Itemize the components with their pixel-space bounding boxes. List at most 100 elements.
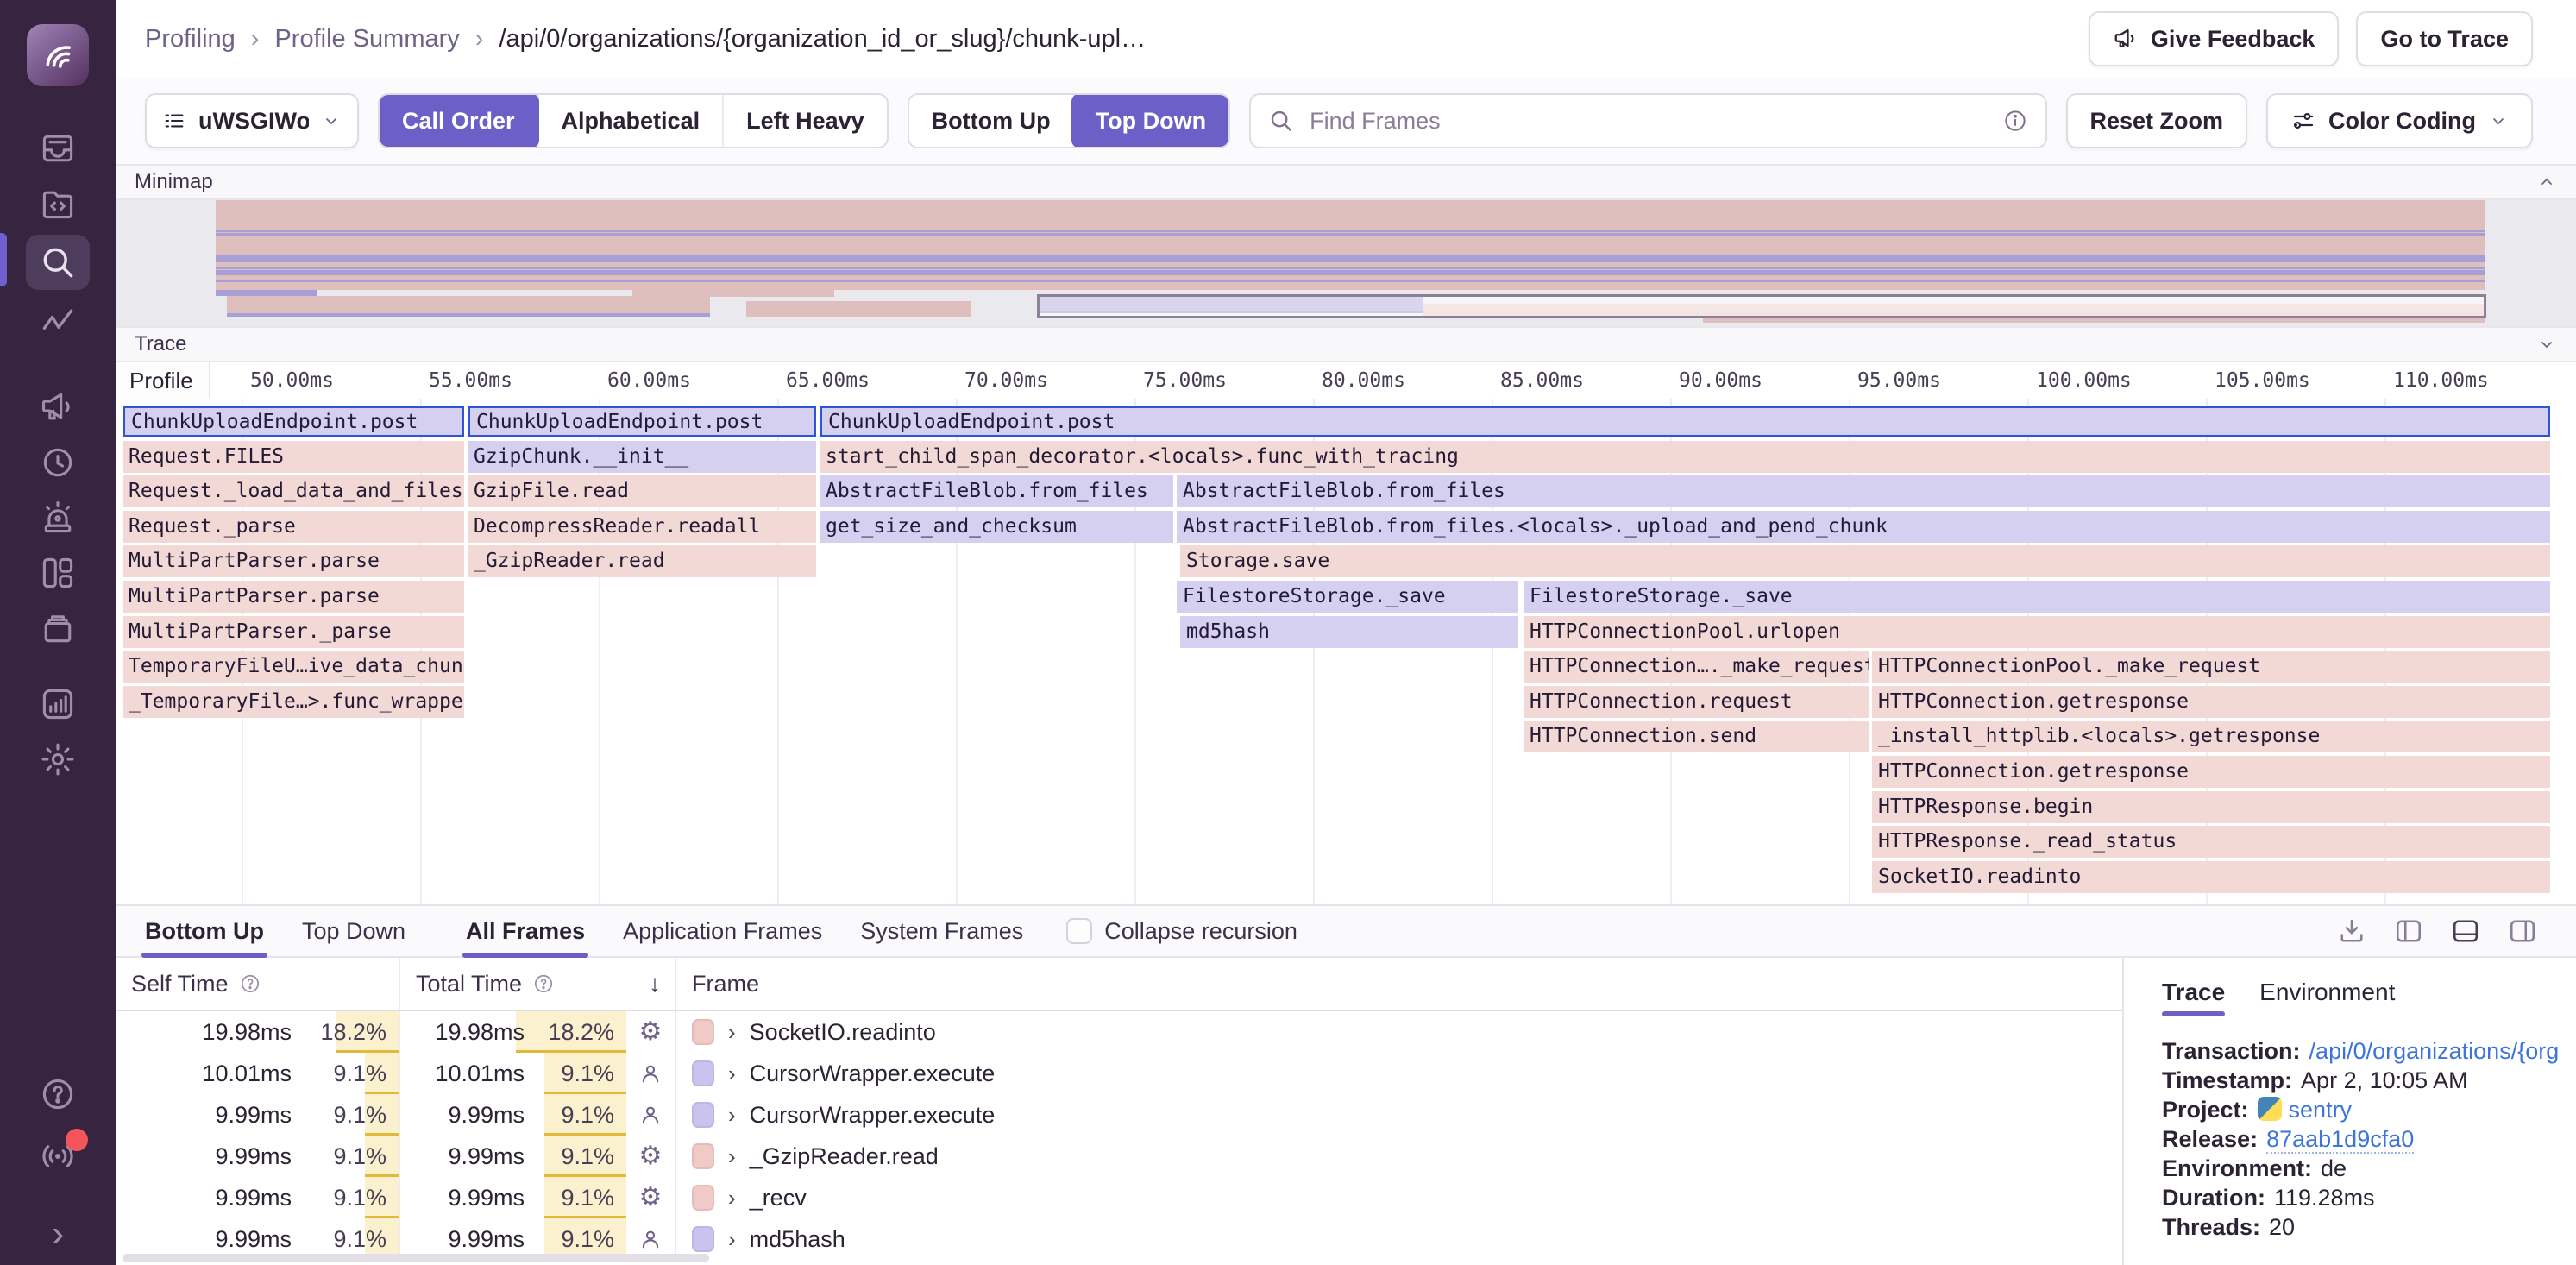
download-icon[interactable] <box>2336 916 2367 947</box>
frame-cell[interactable]: ›SocketIO.readinto <box>676 1011 2122 1053</box>
flame-frame[interactable]: HTTPResponse._read_status <box>1872 826 2550 858</box>
frame-column-header[interactable]: Frame <box>676 958 2122 1010</box>
flame-frame[interactable]: HTTPConnection.send <box>1524 721 1869 752</box>
flame-frame[interactable]: get_size_and_checksum <box>820 511 1173 543</box>
flame-frame[interactable]: ChunkUploadEndpoint.post <box>123 406 464 437</box>
frame-cell[interactable]: ›CursorWrapper.execute <box>676 1053 2122 1094</box>
sidebar-item-metrics[interactable] <box>29 297 86 345</box>
minimap-canvas[interactable] <box>116 200 2576 326</box>
flame-frame[interactable]: HTTPConnection.request <box>1524 686 1869 718</box>
expand-chevron-icon[interactable]: › <box>728 1019 736 1046</box>
flame-frame[interactable]: start_child_span_decorator.<locals>.func… <box>820 441 2550 473</box>
flame-frame[interactable]: HTTPConnection…._make_request <box>1524 651 1869 683</box>
details-field-value[interactable]: sentry <box>2289 1097 2353 1123</box>
flame-frame[interactable]: HTTPConnection.getresponse <box>1872 756 2550 788</box>
collapse-recursion-checkbox[interactable] <box>1066 918 1092 944</box>
expand-chevron-icon[interactable]: › <box>728 1102 736 1129</box>
breadcrumb-item-profile-summary[interactable]: Profile Summary <box>274 25 459 53</box>
flame-frame[interactable]: Request.FILES <box>123 441 464 473</box>
frame-cell[interactable]: ›CursorWrapper.execute <box>676 1094 2122 1136</box>
flame-frame[interactable]: GzipFile.read <box>468 475 816 507</box>
sort-desc-icon[interactable]: ↓ <box>649 970 661 998</box>
collapse-recursion-toggle[interactable]: Collapse recursion <box>1066 918 1297 945</box>
sort-option-call-order[interactable]: Call Order <box>378 93 539 148</box>
flame-frame[interactable]: HTTPConnection.getresponse <box>1872 686 2550 718</box>
collapse-minimap-icon[interactable] <box>2536 172 2557 192</box>
sidebar-item-issues[interactable] <box>29 124 86 173</box>
flame-frame[interactable]: SocketIO.readinto <box>1872 861 2550 893</box>
sentry-logo[interactable] <box>27 24 89 86</box>
tab-system-frames[interactable]: System Frames <box>860 906 1023 956</box>
horizontal-scrollbar[interactable] <box>123 1254 709 1262</box>
tab-all-frames[interactable]: All Frames <box>466 906 585 956</box>
layout-left-panel-icon[interactable] <box>2393 916 2424 947</box>
flame-frame[interactable]: Request._parse <box>123 511 464 543</box>
info-icon[interactable] <box>2002 108 2028 134</box>
flame-frame[interactable]: Request._load_data_and_files <box>123 475 464 507</box>
sidebar-item-feedback[interactable] <box>29 383 86 431</box>
sidebar-item-whats-new[interactable] <box>29 1132 86 1180</box>
tab-application-frames[interactable]: Application Frames <box>623 906 822 956</box>
flame-frame[interactable]: MultiPartParser._parse <box>123 616 464 648</box>
sidebar-item-explore[interactable] <box>26 235 90 290</box>
flame-frame[interactable]: HTTPConnectionPool.urlopen <box>1524 616 2550 648</box>
thread-selector-dropdown[interactable]: uWSGIWor… <box>145 93 359 148</box>
flame-frame[interactable]: AbstractFileBlob.from_files.<locals>._up… <box>1177 511 2550 543</box>
flame-frame[interactable]: FilestoreStorage._save <box>1524 581 2550 613</box>
flame-frame[interactable]: _GzipReader.read <box>468 545 816 577</box>
details-field-value[interactable]: 87aab1d9cfa0 <box>2266 1126 2414 1154</box>
find-frames-input[interactable] <box>1308 107 1988 135</box>
go-to-trace-button[interactable]: Go to Trace <box>2356 11 2533 66</box>
layout-bottom-panel-icon[interactable] <box>2450 916 2481 947</box>
view-option-top-down[interactable]: Top Down <box>1071 93 1230 148</box>
details-tab-trace[interactable]: Trace <box>2162 979 2225 1016</box>
table-row[interactable]: 9.99ms9.1%9.99ms9.1%›CursorWrapper.execu… <box>116 1094 2122 1136</box>
flame-frame[interactable]: MultiPartParser.parse <box>123 581 464 613</box>
flame-frame[interactable]: md5hash <box>1180 616 1518 648</box>
frame-cell[interactable]: ›_GzipReader.read <box>676 1136 2122 1177</box>
sidebar-item-settings[interactable] <box>29 735 86 784</box>
frame-cell[interactable]: ›_recv <box>676 1177 2122 1218</box>
flame-frame[interactable]: MultiPartParser.parse <box>123 545 464 577</box>
flame-frame[interactable]: DecompressReader.readall <box>468 511 816 543</box>
minimap-selection[interactable] <box>1037 294 2486 318</box>
table-row[interactable]: 9.99ms9.1%9.99ms9.1%⚙›_recv <box>116 1177 2122 1218</box>
view-option-bottom-up[interactable]: Bottom Up <box>909 95 1073 147</box>
color-coding-button[interactable]: Color Coding <box>2266 93 2533 148</box>
frame-cell[interactable]: ›md5hash <box>676 1218 2122 1260</box>
give-feedback-button[interactable]: Give Feedback <box>2089 11 2340 66</box>
flame-frame[interactable]: FilestoreStorage._save <box>1177 581 1518 613</box>
flame-frame[interactable]: HTTPResponse.begin <box>1872 791 2550 823</box>
sidebar-item-replays[interactable] <box>29 438 86 487</box>
expand-chevron-icon[interactable]: › <box>728 1143 736 1170</box>
table-row[interactable]: 19.98ms18.2%19.98ms18.2%⚙›SocketIO.readi… <box>116 1011 2122 1053</box>
flame-frame[interactable]: Storage.save <box>1180 545 2550 577</box>
flame-frame[interactable]: GzipChunk.__init__ <box>468 441 816 473</box>
flame-frame[interactable]: ChunkUploadEndpoint.post <box>468 406 816 437</box>
details-tab-environment[interactable]: Environment <box>2259 979 2395 1016</box>
tab-bottom-up[interactable]: Bottom Up <box>145 906 264 956</box>
expand-chevron-icon[interactable]: › <box>728 1185 736 1212</box>
sidebar-item-help[interactable] <box>29 1070 86 1118</box>
table-row[interactable]: 9.99ms9.1%9.99ms9.1%⚙›_GzipReader.read <box>116 1136 2122 1177</box>
sidebar-item-stats[interactable] <box>29 680 86 728</box>
flame-frame[interactable]: _TemporaryFile…>.func_wrapper <box>123 686 464 718</box>
sidebar-expand-button[interactable]: › <box>52 1215 65 1253</box>
sidebar-item-dashboards[interactable] <box>29 549 86 597</box>
sort-option-left-heavy[interactable]: Left Heavy <box>722 95 887 147</box>
flame-frame[interactable]: AbstractFileBlob.from_files <box>820 475 1173 507</box>
breadcrumb-item-profiling[interactable]: Profiling <box>145 25 236 53</box>
sidebar-item-projects[interactable] <box>29 179 86 228</box>
flame-frame[interactable]: HTTPConnectionPool._make_request <box>1872 651 2550 683</box>
flame-frame[interactable]: TemporaryFileU…ive_data_chunk <box>123 651 464 683</box>
flame-frame[interactable]: ChunkUploadEndpoint.post <box>820 406 2550 437</box>
sidebar-item-alerts[interactable] <box>29 494 86 542</box>
table-row[interactable]: 10.01ms9.1%10.01ms9.1%›CursorWrapper.exe… <box>116 1053 2122 1094</box>
layout-right-panel-icon[interactable] <box>2507 916 2538 947</box>
collapse-trace-icon[interactable] <box>2536 334 2557 355</box>
details-field-value[interactable]: /api/0/organizations/{organ… <box>2309 1038 2559 1064</box>
tab-top-down[interactable]: Top Down <box>302 906 405 956</box>
flame-frame[interactable]: _install_httplib.<locals>.getresponse <box>1872 721 2550 752</box>
expand-chevron-icon[interactable]: › <box>728 1226 736 1253</box>
flame-frame[interactable]: AbstractFileBlob.from_files <box>1177 475 2550 507</box>
